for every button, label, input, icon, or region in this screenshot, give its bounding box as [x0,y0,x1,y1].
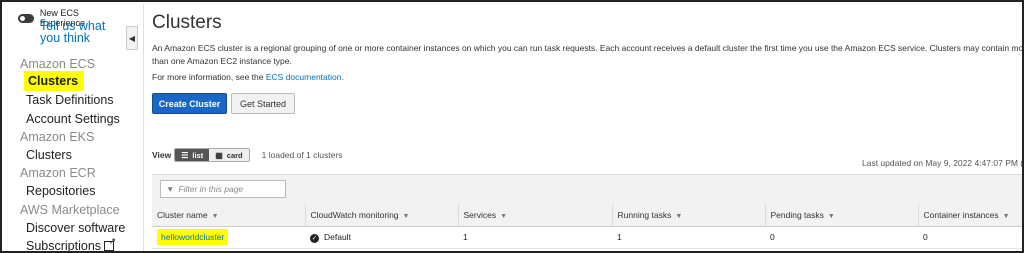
cell-pending-tasks: 0 [765,226,918,249]
last-updated-text: Last updated on May 9, 2022 4:47:07 PM ( [862,158,1024,168]
view-switcher-row: View ☰ list ▦ card 1 loaded of 1 cluster… [152,148,342,162]
cluster-name-link[interactable]: helloworldcluster [157,229,229,245]
sidebar-collapse-button[interactable]: ◀ [126,26,138,50]
view-list-button[interactable]: ☰ list [175,149,210,161]
sidebar-item-clusters[interactable]: Clusters [28,74,78,88]
tell-us-link[interactable]: Tell us what you think [40,20,120,45]
view-label: View [152,150,172,160]
create-cluster-button[interactable]: Create Cluster [152,93,227,114]
column-header-label: Running tasks [617,209,672,220]
sidebar: New ECS Experience Tell us what you thin… [4,4,126,253]
main-content: Clusters An Amazon ECS cluster is a regi… [150,4,1024,251]
sidebar-item-account-settings[interactable]: Account Settings [26,112,120,126]
cloudwatch-value: Default [324,231,351,242]
loaded-count: 1 loaded of 1 clusters [261,150,343,160]
column-header-services[interactable]: Services ▼ [458,204,613,227]
sort-caret-icon: ▼ [1002,212,1010,220]
nav-section-ecr: Amazon ECR [20,166,96,180]
column-header-cloudwatch[interactable]: CloudWatch monitoring ▼ [305,204,459,227]
column-header-label: Container instances [923,209,999,220]
filter-input[interactable]: ▼ Filter in this page [160,180,286,198]
sort-caret-icon: ▼ [675,212,683,220]
clusters-table: Cluster name ▼ CloudWatch monitoring ▼ Ser… [152,204,1022,249]
sidebar-divider [143,4,144,251]
column-header-label: Cluster name [157,209,208,220]
column-header-label: Services [463,209,497,220]
ecs-documentation-link[interactable]: ECS documentation [266,72,342,82]
list-icon: ☰ [181,150,189,160]
filter-panel: ▼ Filter in this page [152,174,1022,204]
more-info-suffix: . [341,72,344,82]
column-header-running-tasks[interactable]: Running tasks ▼ [612,204,766,227]
view-list-label: list [192,150,204,160]
sidebar-item-task-definitions[interactable]: Task Definitions [26,93,114,107]
column-header-label: CloudWatch monitoring [310,209,399,220]
nav-section-eks: Amazon EKS [20,130,95,144]
sidebar-item-subscriptions[interactable]: Subscriptions [26,236,116,253]
external-link-icon [104,236,116,251]
table-header-row: Cluster name ▼ CloudWatch monitoring ▼ Ser… [152,204,1022,227]
sidebar-item-subscriptions-label: Subscriptions [26,239,102,253]
nav-section-ecs: Amazon ECS [20,57,96,71]
sidebar-item-repositories[interactable]: Repositories [26,184,95,198]
view-card-button[interactable]: ▦ card [209,149,249,161]
cell-services: 1 [458,226,612,249]
sort-caret-icon: ▼ [211,212,219,220]
sort-caret-icon: ▼ [827,212,835,220]
get-started-button[interactable]: Get Started [231,93,295,114]
grid-icon: ▦ [215,150,223,160]
nav-section-marketplace: AWS Marketplace [20,203,120,217]
sidebar-item-discover-software[interactable]: Discover software [26,221,125,235]
view-toggle-group: ☰ list ▦ card [174,148,250,162]
column-header-label: Pending tasks [770,209,824,220]
cell-container-instances: 0 [918,226,1022,249]
page-title: Clusters [152,12,222,33]
cell-running-tasks: 1 [612,226,765,249]
app-frame: New ECS Experience Tell us what you thin… [0,0,1024,253]
toggle-switch-icon[interactable] [18,13,34,23]
cell-cloudwatch: ✓ Default [305,226,458,249]
page-description: An Amazon ECS cluster is a regional grou… [152,43,1024,66]
filter-icon: ▼ [166,184,175,194]
cell-cluster-name: helloworldcluster [152,226,305,249]
check-circle-icon: ✓ [310,233,319,243]
chevron-left-icon: ◀ [128,33,136,43]
filter-placeholder: Filter in this page [178,184,244,194]
sort-caret-icon: ▼ [402,212,410,220]
sort-caret-icon: ▼ [500,212,508,220]
more-info-prefix: For more information, see the [152,72,266,82]
column-header-cluster-name[interactable]: Cluster name ▼ [152,204,306,227]
table-row: helloworldcluster ✓ Default 1 1 0 0 [152,226,1022,249]
column-header-container-instances[interactable]: Container instances ▼ [918,204,1022,227]
view-card-label: card [226,150,243,160]
more-info-text: For more information, see the ECS docume… [152,72,344,82]
sidebar-item-eks-clusters[interactable]: Clusters [26,148,72,162]
column-header-pending-tasks[interactable]: Pending tasks ▼ [765,204,919,227]
